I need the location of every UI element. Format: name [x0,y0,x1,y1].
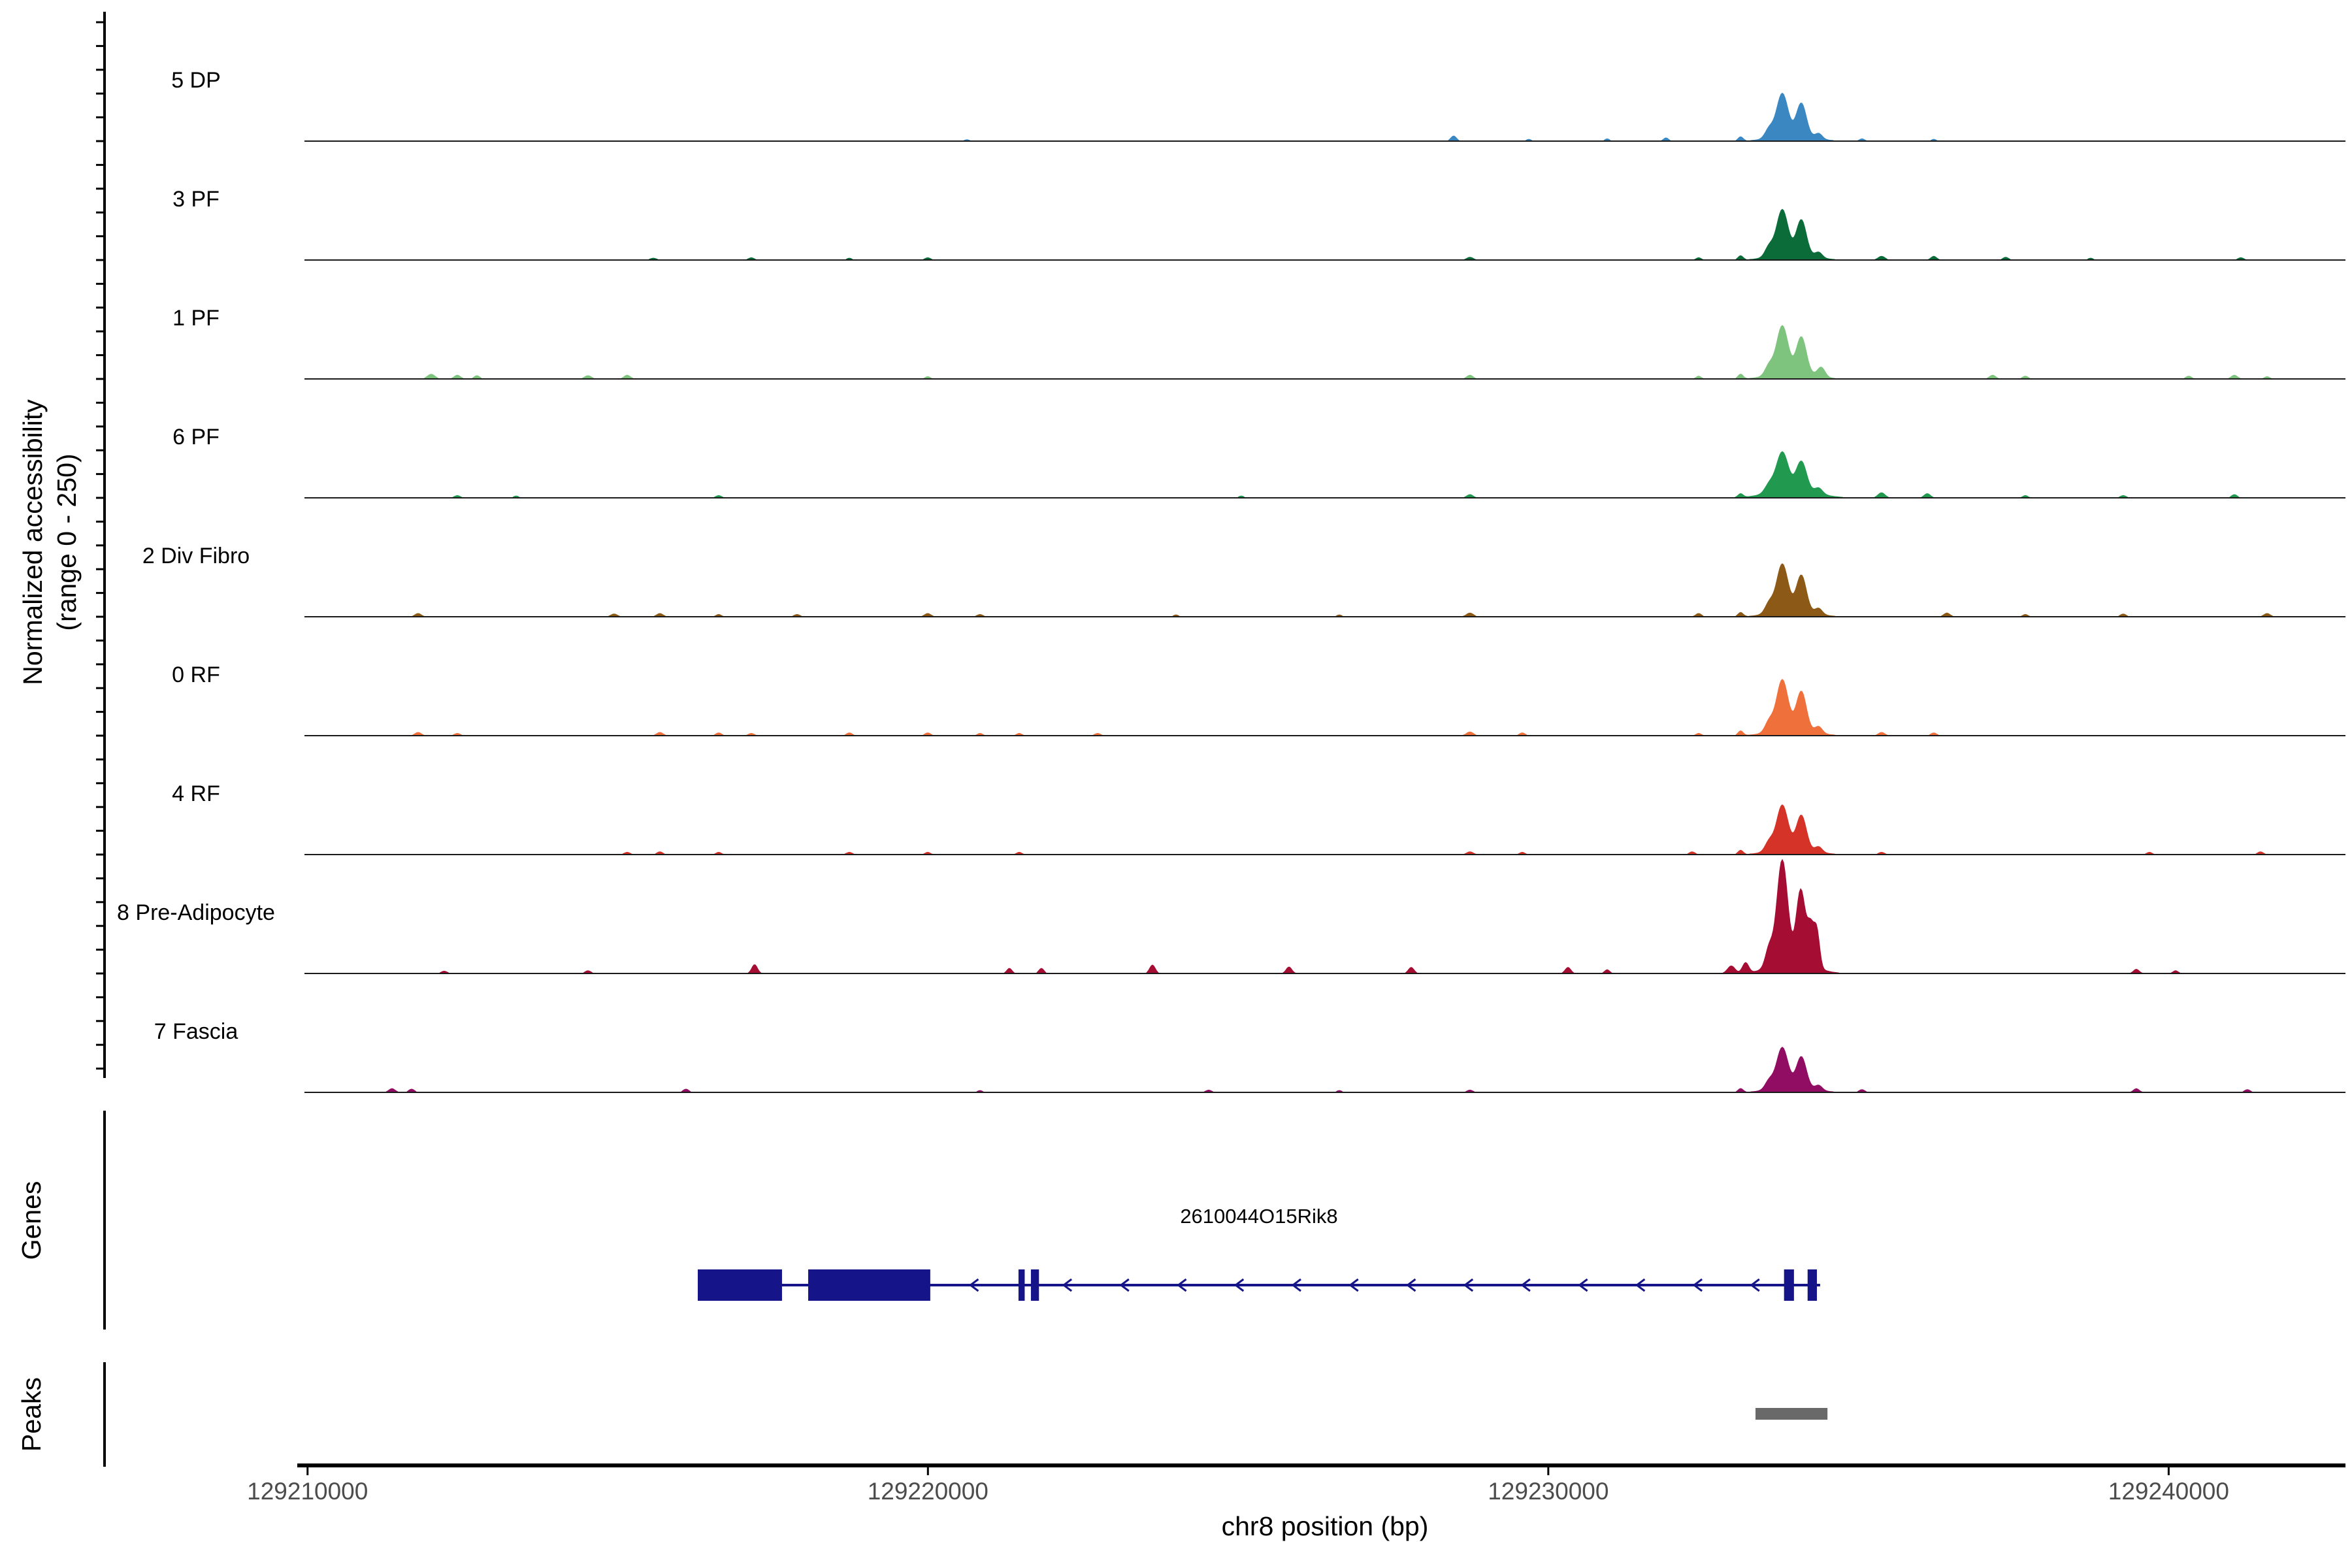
track-label: 2 Div Fibro [142,544,250,568]
signal-area [304,679,2345,736]
genome-browser-plot: 5 DP 3 PF 1 PF 6 PF 2 Div Fibro 0 RF 4 RF 8 Pre… [0,0,2352,1568]
signal-area [304,451,2345,498]
signal-track: 8 Pre-Adipocyte [117,860,2345,973]
gene-model [698,1269,1820,1301]
track-label: 7 Fascia [154,1019,238,1044]
x-axis-title: chr8 position (bp) [1222,1511,1429,1541]
track-label: 6 PF [172,425,220,449]
signal-track: 4 RF [172,781,2345,855]
x-axis-tick-label: 129210000 [247,1478,368,1505]
exon [1031,1269,1039,1301]
signal-track: 5 DP [171,68,2345,141]
peak-region-bar [1756,1408,1827,1420]
track-label: 3 PF [172,187,220,212]
x-axis-tick-label: 129230000 [1488,1478,1609,1505]
signal-track: 6 PF [172,425,2345,498]
signal-track: 7 Fascia [154,1019,2345,1092]
track-label: 4 RF [172,781,220,806]
exon [1784,1269,1794,1301]
signal-area [304,860,2345,973]
peak-track [105,1362,1827,1467]
signal-area [304,325,2345,379]
y-axis [96,12,105,1078]
x-axis-tick-label: 129220000 [868,1478,988,1505]
signal-area [304,93,2345,142]
peaks-section-label: Peaks [16,1377,46,1452]
gene-name-label: 2610044O15Rik8 [1180,1205,1337,1228]
x-axis: 129210000 129220000 129230000 129240000 [247,1465,2345,1505]
track-label: 8 Pre-Adipocyte [117,900,275,925]
track-label: 5 DP [171,68,221,93]
signal-area [304,564,2345,617]
genes-section-label: Genes [16,1181,46,1260]
y-axis-label-line1: Normalized accessibility [18,399,48,685]
signal-area [304,1047,2345,1092]
signal-track: 3 PF [172,187,2345,260]
signal-area [304,805,2345,855]
signal-track: 1 PF [172,306,2345,379]
track-label: 0 RF [172,662,220,687]
x-axis-tick-label: 129240000 [2108,1478,2229,1505]
exon [1808,1269,1817,1301]
genome-browser-figure: 5 DP 3 PF 1 PF 6 PF 2 Div Fibro 0 RF 4 RF 8 Pre… [0,0,2352,1568]
track-label: 1 PF [172,306,220,331]
signal-track: 2 Div Fibro [142,544,2345,617]
exon [698,1269,782,1301]
y-axis-label-line2: (range 0 - 250) [52,453,82,630]
gene-track [105,1111,1820,1330]
signal-track: 0 RF [172,662,2345,736]
exon [1019,1269,1024,1301]
exon [808,1269,930,1301]
signal-tracks: 5 DP 3 PF 1 PF 6 PF 2 Div Fibro 0 RF 4 RF 8 Pre… [117,68,2345,1092]
signal-area [304,209,2345,260]
